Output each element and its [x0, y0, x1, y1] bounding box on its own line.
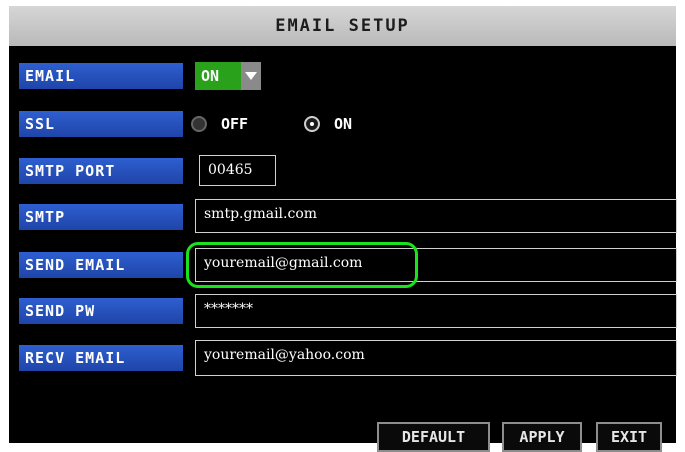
smtp-port-field[interactable]: 00465	[199, 155, 276, 186]
email-select-value: ON	[195, 62, 241, 90]
dialog-title: EMAIL SETUP	[275, 16, 410, 36]
smtp-label: SMTP	[19, 204, 183, 230]
default-button[interactable]: DEFAULT	[377, 422, 490, 452]
ssl-off-label: OFF	[221, 115, 249, 133]
smtp-port-label: SMTP PORT	[19, 158, 183, 184]
smtp-field[interactable]: smtp.gmail.com	[195, 199, 677, 233]
send-pw-field[interactable]: *******	[195, 294, 677, 328]
ssl-label: SSL	[19, 111, 183, 137]
apply-button[interactable]: APPLY	[502, 422, 582, 452]
chevron-down-icon[interactable]	[241, 62, 261, 90]
email-setup-dialog: EMAIL SETUP EMAIL ON SSL OFF ON SMTP POR…	[9, 6, 677, 452]
title-bar: EMAIL SETUP	[9, 6, 676, 46]
radio-off-icon	[191, 116, 207, 132]
email-label: EMAIL	[19, 63, 183, 89]
ssl-on-label: ON	[334, 115, 353, 133]
recv-email-field[interactable]: youremail@yahoo.com	[195, 340, 677, 376]
ssl-off-radio[interactable]: OFF	[191, 115, 248, 133]
exit-button[interactable]: EXIT	[596, 422, 662, 452]
recv-email-label: RECV EMAIL	[19, 345, 183, 371]
email-select[interactable]: ON	[195, 62, 261, 90]
radio-on-icon	[304, 116, 320, 132]
ssl-on-radio[interactable]: ON	[304, 115, 352, 133]
send-email-label: SEND EMAIL	[19, 252, 183, 278]
send-email-highlight	[186, 242, 418, 288]
send-pw-label: SEND PW	[19, 298, 183, 324]
